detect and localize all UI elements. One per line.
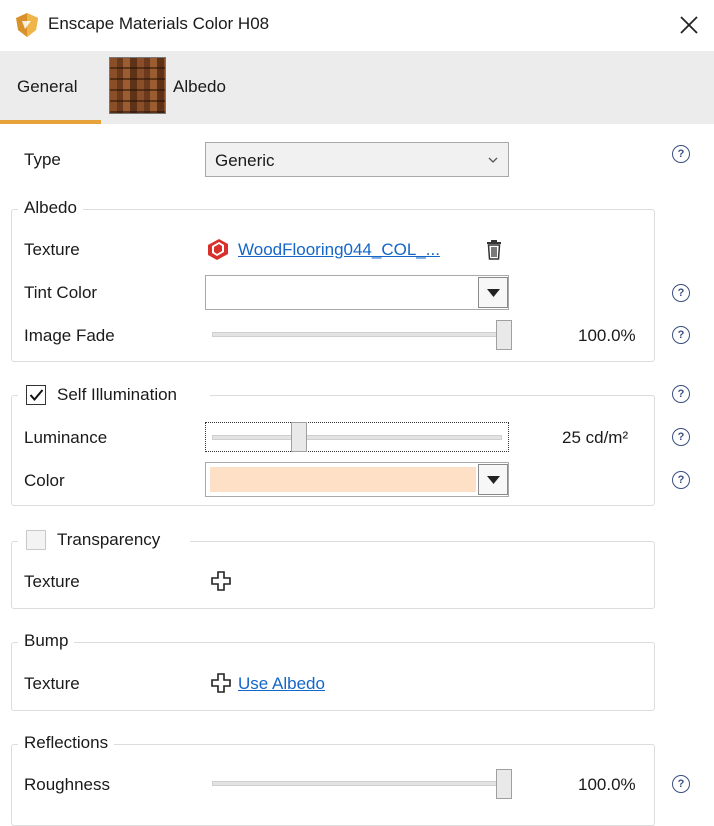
illumination-color-help-icon[interactable]: ? [672,471,690,489]
type-label: Type [24,150,61,169]
illumination-color-swatch [210,467,476,492]
roughness-slider-thumb[interactable] [496,769,512,799]
luminance-value: 25 cd/m² [562,428,629,447]
image-fade-slider-thumb[interactable] [496,320,512,350]
tint-color-help-icon[interactable]: ? [672,284,690,302]
reflections-group-title: Reflections [18,733,115,753]
transparency-checkbox[interactable] [26,530,46,550]
caret-down-icon [487,289,500,297]
bump-group [11,642,655,711]
type-select-value: Generic [215,151,275,170]
tint-color-dropdown-arrow[interactable] [478,277,508,308]
active-tab-indicator [0,120,101,124]
add-bump-texture-icon[interactable] [210,672,232,694]
self-illumination-help-icon[interactable]: ? [672,385,690,403]
luminance-slider-thumb[interactable] [291,422,308,452]
bump-texture-label: Texture [24,674,80,693]
luminance-label: Luminance [24,428,108,447]
image-fade-help-icon[interactable]: ? [672,326,690,344]
image-fade-slider-track[interactable] [212,332,504,337]
self-illumination-title: Self Illumination [57,385,178,404]
sketchup-icon [208,239,228,260]
tint-color-swatch [210,280,476,305]
close-icon [680,16,698,34]
image-fade-value: 100.0% [578,326,636,345]
transparency-title: Transparency [57,530,161,549]
illumination-color-label: Color [24,471,65,490]
bump-group-title: Bump [18,631,75,651]
illumination-color-dropdown[interactable] [205,462,509,497]
tint-color-label: Tint Color [24,283,98,302]
chevron-down-icon [488,157,498,163]
tab-general-label: General [17,77,78,96]
luminance-slider-track[interactable] [212,435,502,440]
roughness-help-icon[interactable]: ? [672,775,690,793]
trash-icon[interactable] [485,239,503,261]
use-albedo-link[interactable]: Use Albedo [238,674,325,694]
caret-down-icon [487,476,500,484]
luminance-help-icon[interactable]: ? [672,428,690,446]
type-select[interactable]: Generic [205,142,509,177]
roughness-value: 100.0% [578,775,636,794]
tint-color-dropdown[interactable] [205,275,509,310]
enscape-logo-icon [16,13,38,37]
window-title: Enscape Materials Color H08 [48,14,270,33]
albedo-texture-label: Texture [24,240,80,259]
albedo-texture-link[interactable]: WoodFlooring044_COL_... [238,240,440,260]
add-texture-icon[interactable] [210,570,232,592]
checkmark-icon [29,389,44,402]
type-help-icon[interactable]: ? [672,145,690,163]
tab-albedo-label: Albedo [173,77,226,96]
self-illumination-checkbox[interactable] [26,385,46,405]
albedo-group-title: Albedo [18,198,83,218]
image-fade-label: Image Fade [24,326,115,345]
roughness-slider-track[interactable] [212,781,504,786]
transparency-texture-label: Texture [24,572,80,591]
close-button[interactable] [672,10,704,40]
roughness-label: Roughness [24,775,111,794]
illumination-color-dropdown-arrow[interactable] [478,464,508,495]
albedo-texture-thumbnail[interactable] [109,57,166,114]
